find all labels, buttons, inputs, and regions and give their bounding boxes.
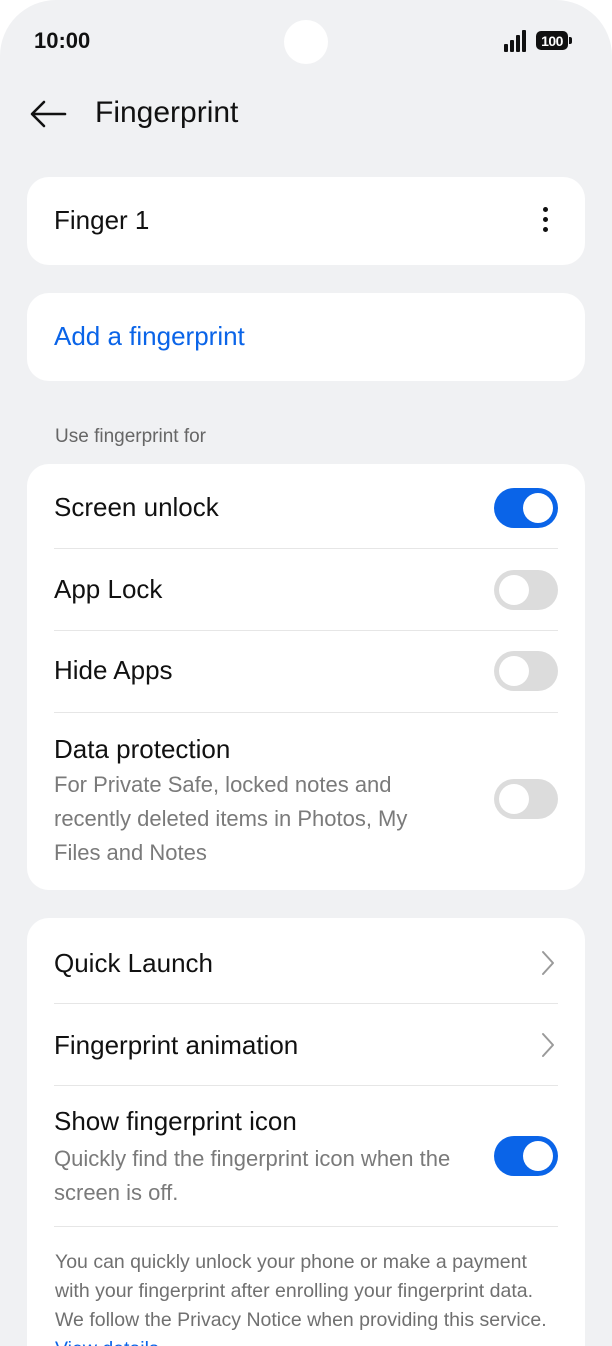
back-arrow-icon — [30, 100, 67, 128]
divider — [54, 1226, 558, 1227]
footer-notice: You can quickly unlock your phone or mak… — [55, 1248, 555, 1346]
hide-apps-item[interactable]: Hide Apps — [54, 651, 558, 691]
divider — [54, 712, 558, 713]
app-header: Fingerprint — [0, 84, 612, 144]
divider — [54, 1003, 558, 1004]
divider — [54, 630, 558, 631]
footer-notice-text: You can quickly unlock your phone or mak… — [55, 1251, 547, 1331]
data-protection-toggle[interactable] — [494, 779, 558, 819]
chevron-right-icon — [542, 951, 554, 975]
add-fingerprint-label: Add a fingerprint — [54, 321, 245, 351]
fingerprint-animation-label: Fingerprint animation — [54, 1030, 299, 1060]
add-fingerprint-button[interactable]: Add a fingerprint — [27, 293, 585, 381]
app-lock-toggle[interactable] — [494, 570, 558, 610]
use-fingerprint-for-card: Screen unlock App Lock Hide Apps Data pr… — [27, 464, 585, 890]
back-button[interactable] — [26, 92, 70, 136]
battery-level: 100 — [541, 32, 563, 49]
hide-apps-toggle[interactable] — [494, 651, 558, 691]
finger-1-label: Finger 1 — [54, 205, 150, 235]
more-options-icon[interactable] — [534, 199, 558, 239]
show-fingerprint-icon-label: Show fingerprint icon — [54, 1106, 297, 1136]
battery-icon: 100 — [536, 31, 572, 50]
status-time: 10:00 — [34, 28, 91, 53]
view-details-link[interactable]: View details — [55, 1338, 159, 1346]
show-fingerprint-icon-item[interactable]: Show fingerprint icon Quickly find the f… — [54, 1104, 558, 1208]
front-camera-cutout — [284, 20, 328, 64]
screen-unlock-label: Screen unlock — [54, 492, 219, 522]
app-lock-item[interactable]: App Lock — [54, 570, 558, 610]
status-bar: 10:00 100 — [0, 0, 612, 80]
quick-launch-item[interactable]: Quick Launch — [54, 946, 558, 982]
screen-unlock-item[interactable]: Screen unlock — [54, 488, 558, 528]
signal-icon — [504, 30, 528, 52]
show-fingerprint-icon-description: Quickly find the fingerprint icon when t… — [54, 1146, 451, 1205]
phone-screen: 10:00 100 Fingerprint Finger 1 Add a fin… — [0, 0, 612, 1346]
data-protection-description: For Private Safe, locked notes and recen… — [54, 772, 408, 865]
show-fingerprint-icon-toggle[interactable] — [494, 1136, 558, 1176]
finger-1-item[interactable]: Finger 1 — [27, 177, 585, 265]
screen-unlock-toggle[interactable] — [494, 488, 558, 528]
chevron-right-icon — [542, 1033, 554, 1057]
page-title: Fingerprint — [95, 96, 239, 129]
quick-launch-label: Quick Launch — [54, 948, 213, 978]
data-protection-label: Data protection — [54, 734, 231, 764]
divider — [54, 1085, 558, 1086]
app-lock-label: App Lock — [54, 574, 163, 604]
fingerprint-animation-item[interactable]: Fingerprint animation — [54, 1028, 558, 1064]
data-protection-item[interactable]: Data protection For Private Safe, locked… — [54, 732, 558, 872]
use-fingerprint-for-header: Use fingerprint for — [55, 426, 207, 447]
divider — [54, 548, 558, 549]
hide-apps-label: Hide Apps — [54, 655, 173, 685]
